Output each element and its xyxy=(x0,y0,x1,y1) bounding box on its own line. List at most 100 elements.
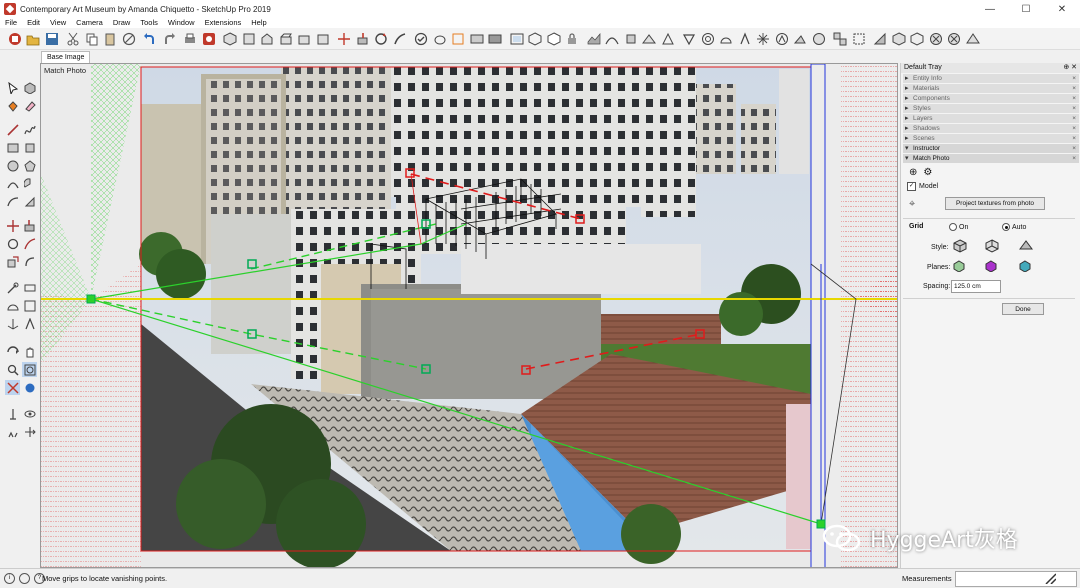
move-tool-icon[interactable] xyxy=(5,218,20,233)
menu-help[interactable]: Help xyxy=(246,18,271,28)
text-icon[interactable] xyxy=(736,30,753,47)
rotated-rectangle-icon[interactable] xyxy=(22,140,37,155)
plane-green-blue-icon[interactable] xyxy=(1019,260,1031,274)
section-plane-tool-icon[interactable] xyxy=(22,424,37,439)
menu-camera[interactable]: Camera xyxy=(71,18,108,28)
previous-view-icon[interactable] xyxy=(22,380,37,395)
protractor-tool-icon[interactable] xyxy=(5,298,20,313)
protractor-icon[interactable] xyxy=(718,30,735,47)
menu-edit[interactable]: Edit xyxy=(22,18,45,28)
grid-auto-radio[interactable]: Auto xyxy=(1002,223,1026,231)
components-icon[interactable] xyxy=(832,30,849,47)
paste-icon[interactable] xyxy=(102,30,119,47)
section-fill-icon[interactable] xyxy=(487,30,504,47)
menu-extensions[interactable]: Extensions xyxy=(200,18,247,28)
add-photo-icon[interactable]: ⊕ xyxy=(909,167,917,178)
solid-subtract-icon[interactable] xyxy=(927,30,944,47)
radio-off-icon[interactable] xyxy=(949,223,957,231)
done-button[interactable]: Done xyxy=(1002,303,1044,315)
maximize-button[interactable]: ☐ xyxy=(1008,0,1044,18)
getting-started-icon[interactable] xyxy=(6,30,23,47)
rotate-icon[interactable] xyxy=(373,30,390,47)
two-point-arc-icon[interactable] xyxy=(22,194,37,209)
drape-icon[interactable] xyxy=(641,30,658,47)
close-button[interactable]: ✕ xyxy=(1044,0,1080,18)
solid-outer-shell-icon[interactable] xyxy=(872,30,889,47)
polygon-icon[interactable] xyxy=(22,158,37,173)
scene-tab-base-image[interactable]: Base Image xyxy=(41,51,91,63)
resize-grip-icon[interactable] xyxy=(1044,572,1057,585)
info-icon[interactable]: i xyxy=(4,573,15,584)
close-icon[interactable]: × xyxy=(1072,124,1076,133)
panel-match-photo[interactable]: Match Photo× xyxy=(903,154,1079,163)
follow-me-icon[interactable] xyxy=(391,30,408,47)
zoom-window-icon[interactable] xyxy=(22,362,37,377)
close-icon[interactable]: × xyxy=(1072,74,1076,83)
section-plane-icon[interactable] xyxy=(450,30,467,47)
panel-shadows[interactable]: Shadows× xyxy=(903,124,1079,133)
panel-components[interactable]: Components× xyxy=(903,94,1079,103)
grid-on-radio[interactable]: On xyxy=(949,223,968,231)
plane-red-blue-icon[interactable] xyxy=(985,260,997,274)
wireframe-icon[interactable] xyxy=(527,30,544,47)
groups-icon[interactable] xyxy=(850,30,867,47)
vanishing-grip-green-left[interactable] xyxy=(86,294,96,304)
top-view-icon[interactable] xyxy=(240,30,257,47)
paint-bucket-icon[interactable] xyxy=(5,98,20,113)
iso-view-icon[interactable] xyxy=(222,30,239,47)
left-view-icon[interactable] xyxy=(314,30,331,47)
grid-style-outside-icon[interactable] xyxy=(985,239,999,255)
close-icon[interactable]: × xyxy=(1072,104,1076,113)
close-icon[interactable]: × xyxy=(1072,154,1076,163)
measurements-input[interactable] xyxy=(955,571,1077,587)
undo-icon[interactable] xyxy=(142,30,159,47)
front-view-icon[interactable] xyxy=(259,30,276,47)
axes-icon[interactable] xyxy=(755,30,772,47)
grid-style-inside-icon[interactable] xyxy=(953,239,967,255)
radio-on-icon[interactable] xyxy=(1002,223,1010,231)
solid-intersect-icon[interactable] xyxy=(890,30,907,47)
menu-tools[interactable]: Tools xyxy=(135,18,163,28)
dimension-tool-icon[interactable] xyxy=(22,280,37,295)
rotate-tool-icon[interactable] xyxy=(5,236,20,251)
stamp-icon[interactable] xyxy=(622,30,639,47)
close-icon[interactable]: × xyxy=(1072,94,1076,103)
redo-icon[interactable] xyxy=(160,30,177,47)
eraser-icon[interactable] xyxy=(22,98,37,113)
panel-styles[interactable]: Styles× xyxy=(903,104,1079,113)
match-photo-viewport[interactable]: Match Photo xyxy=(40,63,898,568)
spacing-input[interactable]: 125.0 cm xyxy=(951,280,1001,293)
walk-icon[interactable] xyxy=(5,424,20,439)
solid-trim-icon[interactable] xyxy=(946,30,963,47)
rectangle-icon[interactable] xyxy=(5,140,20,155)
menu-view[interactable]: View xyxy=(45,18,71,28)
teapot-icon[interactable] xyxy=(431,30,448,47)
validate-icon[interactable] xyxy=(413,30,430,47)
solid-split-icon[interactable] xyxy=(964,30,981,47)
push-pull-tool-icon[interactable] xyxy=(22,218,37,233)
3d-text-tool-icon[interactable] xyxy=(22,316,37,331)
lock-icon[interactable] xyxy=(564,30,581,47)
project-textures-button[interactable]: Project textures from photo xyxy=(945,197,1045,210)
settings-gear-icon[interactable]: ⚙ xyxy=(923,167,932,178)
panel-materials[interactable]: Materials× xyxy=(903,84,1079,93)
close-icon[interactable]: × xyxy=(1072,84,1076,93)
scale-icon[interactable] xyxy=(5,254,20,269)
panel-entity-info[interactable]: Entity Info× xyxy=(903,74,1079,83)
arc-icon[interactable] xyxy=(5,176,20,191)
panel-scenes[interactable]: Scenes× xyxy=(903,134,1079,143)
offset-icon[interactable] xyxy=(22,254,37,269)
make-component-icon[interactable] xyxy=(22,80,37,95)
panel-instructor[interactable]: Instructor× xyxy=(903,144,1079,153)
panel-layers[interactable]: Layers× xyxy=(903,114,1079,123)
back-view-icon[interactable] xyxy=(296,30,313,47)
add-detail-icon[interactable] xyxy=(659,30,676,47)
minimize-button[interactable]: — xyxy=(972,0,1008,18)
axes-tool-icon[interactable] xyxy=(5,316,20,331)
close-icon[interactable]: × xyxy=(1072,134,1076,143)
erase-icon[interactable] xyxy=(120,30,137,47)
tape-measure-icon[interactable] xyxy=(681,30,698,47)
shadow-icon[interactable] xyxy=(792,30,809,47)
move-icon[interactable] xyxy=(336,30,353,47)
close-icon[interactable]: × xyxy=(1072,144,1076,153)
